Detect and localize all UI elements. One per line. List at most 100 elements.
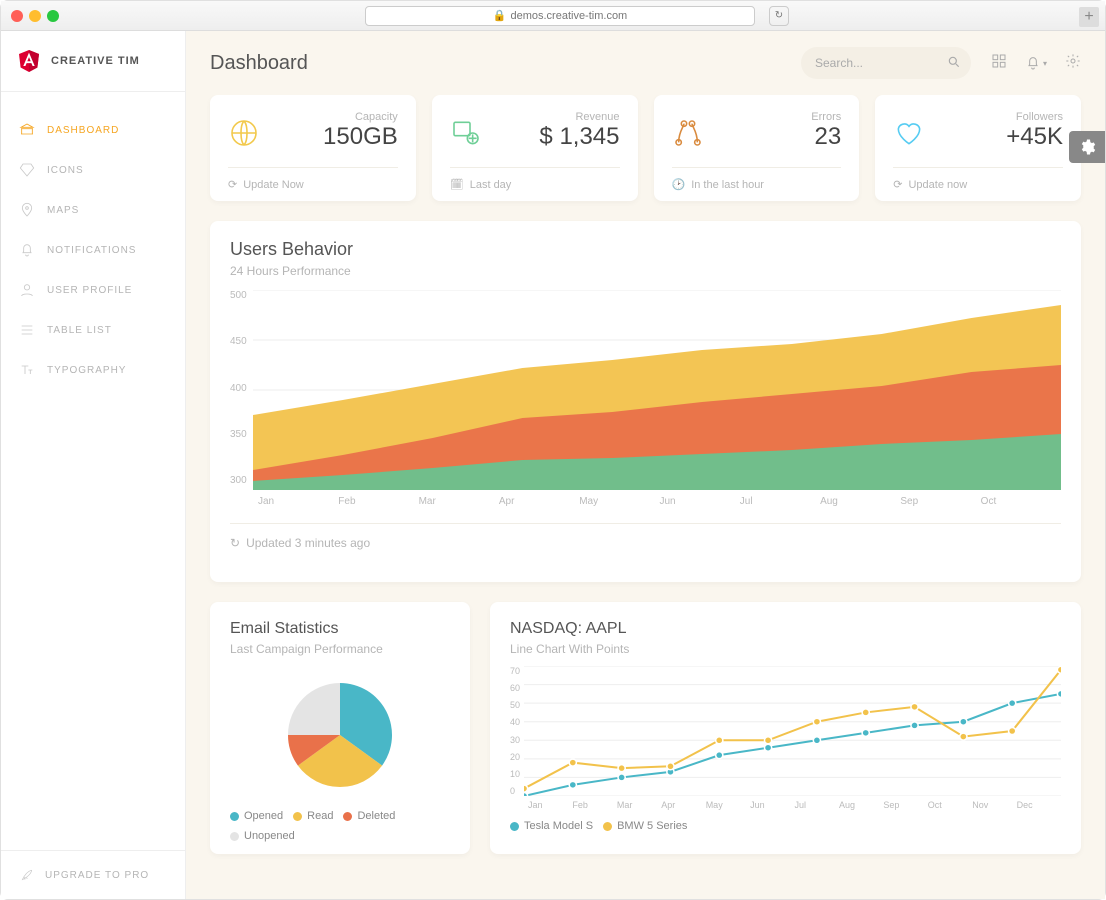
legend-item: Deleted (343, 810, 395, 822)
chart-subtitle: 24 Hours Performance (230, 264, 1061, 278)
angular-icon (17, 49, 41, 73)
legend-item: Tesla Model S (510, 820, 593, 832)
sidebar-item-label: DASHBOARD (47, 125, 119, 136)
history-icon: ↻ (230, 536, 240, 550)
browser-titlebar: 🔒demos.creative-tim.com ↻ + (1, 1, 1105, 31)
nasdaq-card: NASDAQ: AAPL Line Chart With Points 7060… (490, 602, 1081, 854)
upgrade-label: UPGRADE TO PRO (45, 870, 149, 881)
topbar-icons: ▾ (991, 53, 1081, 74)
chart-subtitle: Line Chart With Points (510, 642, 1061, 656)
stat-footer[interactable]: 🕑In the last hour (672, 167, 842, 201)
sidebar-item-icons[interactable]: ICONS (1, 150, 185, 190)
browser-url-bar[interactable]: 🔒demos.creative-tim.com (365, 6, 755, 26)
refresh-icon: ⟳ (893, 178, 902, 191)
sidebar-item-label: TYPOGRAPHY (47, 365, 126, 376)
sidebar: CREATIVE TIM DASHBOARD ICONS MAPS NOTIFI… (1, 31, 186, 899)
pie-legend: Opened Read Deleted Unopened (230, 810, 450, 842)
area-chart (253, 290, 1061, 490)
topbar: Dashboard ▾ (186, 31, 1105, 95)
chart-subtitle: Last Campaign Performance (230, 642, 450, 656)
gear-icon (1078, 138, 1096, 156)
stat-value: $ 1,345 (539, 123, 619, 151)
stat-footer[interactable]: ⟳Update Now (228, 167, 398, 201)
sidebar-item-notifications[interactable]: NOTIFICATIONS (1, 230, 185, 270)
heart-icon (893, 117, 925, 149)
stat-value: +45K (1006, 123, 1063, 151)
grid-icon (991, 53, 1007, 69)
rocket-icon (19, 867, 35, 883)
users-behavior-card: Users Behavior 24 Hours Performance 5004… (210, 221, 1081, 582)
notifications-button[interactable]: ▾ (1025, 55, 1047, 71)
bell-icon (19, 242, 35, 258)
stat-card-revenue: Revenue$ 1,345 🗓Last day (432, 95, 638, 201)
calendar-icon: 🗓 (450, 178, 464, 191)
stat-label: Revenue (539, 111, 619, 123)
stat-card-capacity: Capacity150GB ⟳Update Now (210, 95, 416, 201)
list-icon (19, 322, 35, 338)
y-axis: 706050403020100 (510, 666, 524, 796)
sidebar-item-table-list[interactable]: TABLE LIST (1, 310, 185, 350)
email-statistics-card: Email Statistics Last Campaign Performan… (210, 602, 470, 854)
sidebar-item-maps[interactable]: MAPS (1, 190, 185, 230)
stat-value: 150GB (323, 123, 398, 151)
stat-label: Followers (1006, 111, 1063, 123)
sidebar-item-user-profile[interactable]: USER PROFILE (1, 270, 185, 310)
browser-url: demos.creative-tim.com (510, 10, 627, 22)
legend-item: Read (293, 810, 333, 822)
bell-icon (1025, 55, 1041, 71)
sidebar-upgrade[interactable]: UPGRADE TO PRO (1, 850, 185, 899)
search-icon (947, 55, 961, 69)
window-close-dot[interactable] (11, 10, 23, 22)
legend-item: Unopened (230, 830, 295, 842)
sidebar-item-typography[interactable]: TYPOGRAPHY (1, 350, 185, 390)
globe-icon (228, 117, 260, 149)
sidebar-nav: DASHBOARD ICONS MAPS NOTIFICATIONS USER … (1, 92, 185, 850)
sidebar-item-label: NOTIFICATIONS (47, 245, 136, 256)
vector-icon (672, 117, 704, 149)
chart-footer: ↻Updated 3 minutes ago (230, 523, 1061, 564)
main: Dashboard ▾ Capacity150GB ⟳Update Now (186, 31, 1105, 899)
page-title: Dashboard (210, 52, 308, 75)
x-axis: JanFebMarAprMayJunJulAugSepOctNovDec (528, 800, 1061, 810)
clock-icon: 🕑 (672, 178, 686, 191)
sidebar-item-label: USER PROFILE (47, 285, 132, 296)
stat-card-errors: Errors23 🕑In the last hour (654, 95, 860, 201)
bank-icon (19, 122, 35, 138)
user-icon (19, 282, 35, 298)
line-legend: Tesla Model S BMW 5 Series (510, 820, 1061, 832)
chart-title: Users Behavior (230, 239, 1061, 260)
settings-button[interactable] (1065, 53, 1081, 74)
gear-icon (1065, 53, 1081, 69)
brand[interactable]: CREATIVE TIM (1, 31, 185, 92)
stat-label: Capacity (323, 111, 398, 123)
legend-item: BMW 5 Series (603, 820, 687, 832)
diamond-icon (19, 162, 35, 178)
pin-icon (19, 202, 35, 218)
floating-settings-button[interactable] (1069, 131, 1105, 163)
sidebar-item-dashboard[interactable]: DASHBOARD (1, 110, 185, 150)
browser-reload-button[interactable]: ↻ (769, 6, 789, 26)
chevron-down-icon: ▾ (1043, 59, 1047, 68)
search-input[interactable] (801, 47, 971, 79)
search-wrap (801, 47, 971, 79)
refresh-icon: ⟳ (228, 178, 237, 191)
sidebar-item-label: MAPS (47, 205, 79, 216)
money-icon (450, 117, 482, 149)
stat-footer[interactable]: 🗓Last day (450, 167, 620, 201)
stat-label: Errors (811, 111, 841, 123)
chart-title: NASDAQ: AAPL (510, 620, 1061, 638)
y-axis: 500450400350300 (230, 290, 253, 490)
stats-row: Capacity150GB ⟳Update Now Revenue$ 1,345… (210, 95, 1081, 201)
legend-item: Opened (230, 810, 283, 822)
stat-footer[interactable]: ⟳Update now (893, 167, 1063, 201)
line-chart (524, 666, 1061, 796)
chart-title: Email Statistics (230, 620, 450, 638)
window-minimize-dot[interactable] (29, 10, 41, 22)
typography-icon (19, 362, 35, 378)
grid-button[interactable] (991, 53, 1007, 74)
stat-value: 23 (811, 123, 841, 151)
window-zoom-dot[interactable] (47, 10, 59, 22)
browser-new-tab-button[interactable]: + (1079, 7, 1099, 27)
stat-card-followers: Followers+45K ⟳Update now (875, 95, 1081, 201)
sidebar-item-label: ICONS (47, 165, 84, 176)
